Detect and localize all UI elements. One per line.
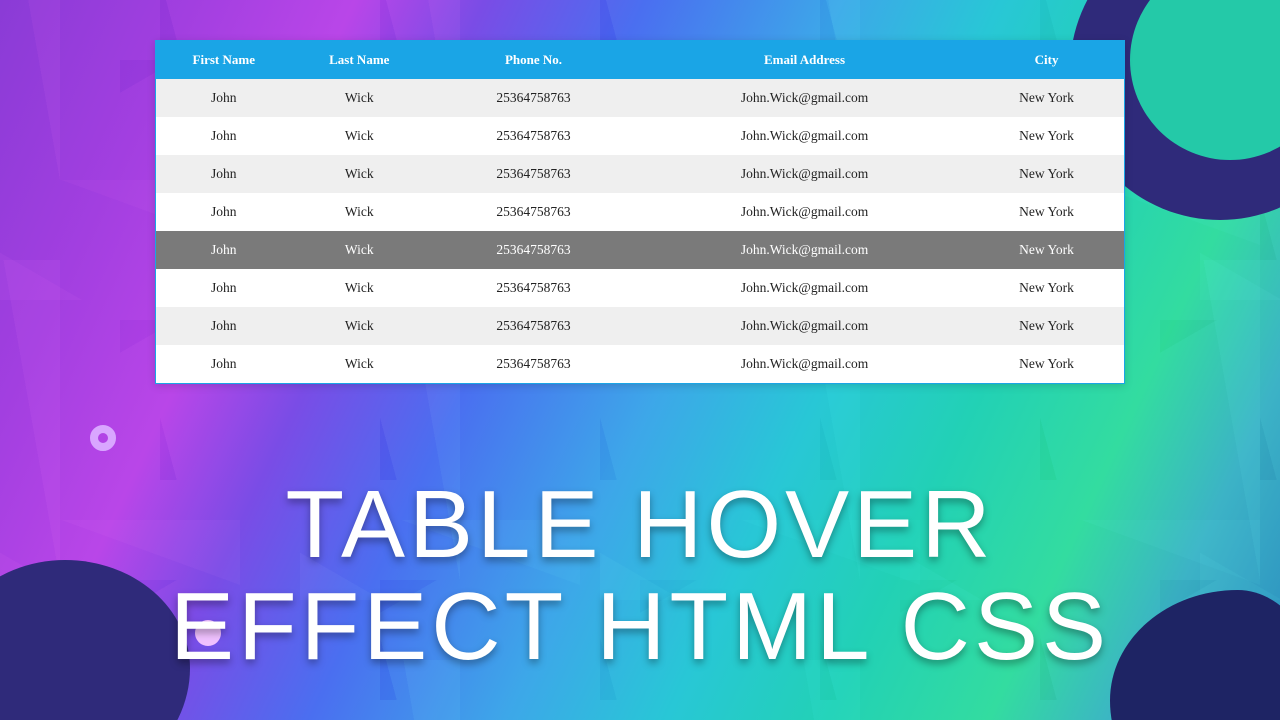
cell-last: Wick bbox=[292, 345, 428, 383]
col-last-name[interactable]: Last Name bbox=[292, 41, 428, 79]
cell-city: New York bbox=[969, 79, 1124, 117]
table-row[interactable]: JohnWick25364758763John.Wick@gmail.comNe… bbox=[156, 307, 1124, 345]
title-line-1: TABLE HOVER bbox=[0, 478, 1280, 572]
cell-last: Wick bbox=[292, 269, 428, 307]
table-row[interactable]: JohnWick25364758763John.Wick@gmail.comNe… bbox=[156, 269, 1124, 307]
cell-email: John.Wick@gmail.com bbox=[640, 117, 969, 155]
cell-city: New York bbox=[969, 231, 1124, 269]
cell-phone: 25364758763 bbox=[427, 345, 640, 383]
col-first-name[interactable]: First Name bbox=[156, 41, 292, 79]
cell-first: John bbox=[156, 345, 292, 383]
cell-email: John.Wick@gmail.com bbox=[640, 345, 969, 383]
data-table: First Name Last Name Phone No. Email Add… bbox=[156, 41, 1124, 383]
cell-first: John bbox=[156, 155, 292, 193]
table-header: First Name Last Name Phone No. Email Add… bbox=[156, 41, 1124, 79]
cell-email: John.Wick@gmail.com bbox=[640, 307, 969, 345]
cell-last: Wick bbox=[292, 193, 428, 231]
cell-city: New York bbox=[969, 155, 1124, 193]
decor-ring-icon bbox=[90, 425, 116, 451]
col-city[interactable]: City bbox=[969, 41, 1124, 79]
table-body: JohnWick25364758763John.Wick@gmail.comNe… bbox=[156, 79, 1124, 383]
cell-city: New York bbox=[969, 345, 1124, 383]
table-header-row: First Name Last Name Phone No. Email Add… bbox=[156, 41, 1124, 79]
cell-first: John bbox=[156, 193, 292, 231]
cell-last: Wick bbox=[292, 307, 428, 345]
table-row[interactable]: JohnWick25364758763John.Wick@gmail.comNe… bbox=[156, 231, 1124, 269]
cell-phone: 25364758763 bbox=[427, 269, 640, 307]
cell-last: Wick bbox=[292, 155, 428, 193]
cell-city: New York bbox=[969, 193, 1124, 231]
cell-phone: 25364758763 bbox=[427, 193, 640, 231]
table-row[interactable]: JohnWick25364758763John.Wick@gmail.comNe… bbox=[156, 193, 1124, 231]
col-email[interactable]: Email Address bbox=[640, 41, 969, 79]
cell-city: New York bbox=[969, 117, 1124, 155]
cell-last: Wick bbox=[292, 117, 428, 155]
cell-phone: 25364758763 bbox=[427, 79, 640, 117]
cell-first: John bbox=[156, 269, 292, 307]
cell-city: New York bbox=[969, 269, 1124, 307]
cell-email: John.Wick@gmail.com bbox=[640, 79, 969, 117]
table-row[interactable]: JohnWick25364758763John.Wick@gmail.comNe… bbox=[156, 117, 1124, 155]
cell-first: John bbox=[156, 307, 292, 345]
table-row[interactable]: JohnWick25364758763John.Wick@gmail.comNe… bbox=[156, 79, 1124, 117]
cell-phone: 25364758763 bbox=[427, 307, 640, 345]
cell-email: John.Wick@gmail.com bbox=[640, 269, 969, 307]
cell-last: Wick bbox=[292, 79, 428, 117]
table-row[interactable]: JohnWick25364758763John.Wick@gmail.comNe… bbox=[156, 155, 1124, 193]
cell-first: John bbox=[156, 79, 292, 117]
cell-email: John.Wick@gmail.com bbox=[640, 155, 969, 193]
cell-phone: 25364758763 bbox=[427, 155, 640, 193]
col-phone[interactable]: Phone No. bbox=[427, 41, 640, 79]
cell-first: John bbox=[156, 117, 292, 155]
table-row[interactable]: JohnWick25364758763John.Wick@gmail.comNe… bbox=[156, 345, 1124, 383]
cell-first: John bbox=[156, 231, 292, 269]
table-card: First Name Last Name Phone No. Email Add… bbox=[155, 40, 1125, 384]
cell-email: John.Wick@gmail.com bbox=[640, 231, 969, 269]
cell-phone: 25364758763 bbox=[427, 117, 640, 155]
cell-city: New York bbox=[969, 307, 1124, 345]
title-line-2: EFFECT HTML CSS bbox=[0, 580, 1280, 674]
cell-email: John.Wick@gmail.com bbox=[640, 193, 969, 231]
cell-last: Wick bbox=[292, 231, 428, 269]
cell-phone: 25364758763 bbox=[427, 231, 640, 269]
